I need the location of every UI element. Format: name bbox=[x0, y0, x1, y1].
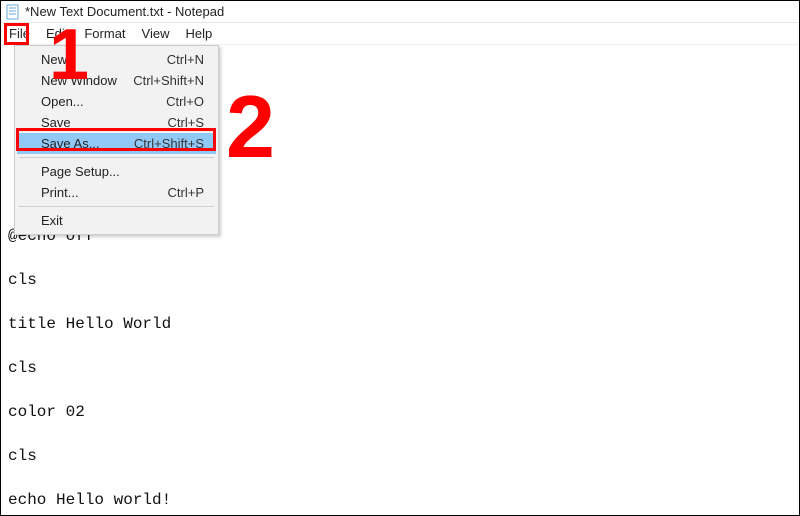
menu-item-shortcut: Ctrl+Shift+N bbox=[133, 73, 204, 88]
menu-item-open[interactable]: Open... Ctrl+O bbox=[17, 91, 216, 112]
menu-divider bbox=[19, 206, 214, 207]
menu-item-label: Save As... bbox=[41, 136, 100, 151]
title-bar: *New Text Document.txt - Notepad bbox=[1, 1, 799, 23]
menu-item-exit[interactable]: Exit bbox=[17, 210, 216, 231]
menu-item-new[interactable]: New Ctrl+N bbox=[17, 49, 216, 70]
menu-item-shortcut: Ctrl+O bbox=[166, 94, 204, 109]
file-menu-dropdown: New Ctrl+N New Window Ctrl+Shift+N Open... Ct… bbox=[14, 45, 219, 235]
menu-item-label: Open... bbox=[41, 94, 84, 109]
menu-help[interactable]: Help bbox=[177, 23, 220, 44]
menu-divider bbox=[19, 157, 214, 158]
menu-item-label: Save bbox=[41, 115, 71, 130]
text-editor-area[interactable]: @echo off cls title Hello World cls colo… bbox=[2, 225, 798, 514]
menu-item-shortcut: Ctrl+N bbox=[167, 52, 204, 67]
menu-item-shortcut: Ctrl+P bbox=[168, 185, 204, 200]
menu-item-label: Print... bbox=[41, 185, 79, 200]
menu-bar: File Edit Format View Help bbox=[1, 23, 799, 45]
menu-item-label: New bbox=[41, 52, 67, 67]
annotation-label-2: 2 bbox=[226, 83, 275, 171]
menu-item-label: Exit bbox=[41, 213, 63, 228]
menu-item-label: New Window bbox=[41, 73, 117, 88]
menu-item-page-setup[interactable]: Page Setup... bbox=[17, 161, 216, 182]
menu-file[interactable]: File bbox=[1, 23, 38, 44]
menu-item-save[interactable]: Save Ctrl+S bbox=[17, 112, 216, 133]
menu-item-shortcut: Ctrl+S bbox=[168, 115, 204, 130]
window-title: *New Text Document.txt - Notepad bbox=[25, 4, 224, 19]
menu-item-print[interactable]: Print... Ctrl+P bbox=[17, 182, 216, 203]
menu-item-save-as[interactable]: Save As... Ctrl+Shift+S bbox=[17, 133, 216, 154]
menu-format[interactable]: Format bbox=[76, 23, 133, 44]
menu-item-shortcut: Ctrl+Shift+S bbox=[134, 136, 204, 151]
menu-item-label: Page Setup... bbox=[41, 164, 120, 179]
menu-view[interactable]: View bbox=[134, 23, 178, 44]
menu-edit[interactable]: Edit bbox=[38, 23, 76, 44]
menu-item-new-window[interactable]: New Window Ctrl+Shift+N bbox=[17, 70, 216, 91]
notepad-icon bbox=[5, 4, 21, 20]
